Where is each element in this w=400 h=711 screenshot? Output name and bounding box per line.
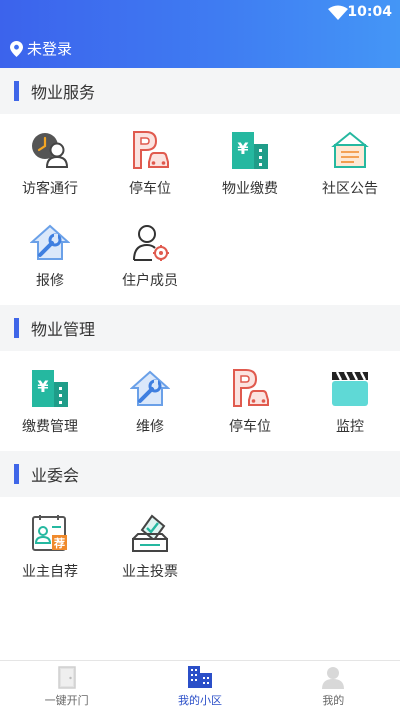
- tile-maintenance[interactable]: 维修: [100, 352, 200, 444]
- notice-board-icon: [331, 131, 369, 168]
- section-accent-bar: [14, 81, 19, 101]
- tile-owner-voting[interactable]: 业主投票: [100, 497, 200, 589]
- tile-community-notice[interactable]: 社区公告: [300, 114, 400, 206]
- tile-monitoring[interactable]: 监控: [300, 352, 400, 444]
- tile-label: 缴费管理: [22, 419, 78, 435]
- section-accent-bar: [14, 318, 19, 338]
- section-header-owners-committee: 业委会: [0, 451, 400, 497]
- tile-label: 停车位: [229, 419, 271, 435]
- property-fee-icon: ¥: [232, 132, 268, 169]
- property-fee-icon: ¥: [32, 370, 68, 407]
- location-label: 未登录: [27, 40, 73, 58]
- tile-property-fee[interactable]: ¥ 物业缴费: [200, 114, 300, 206]
- location-selector[interactable]: 未登录: [10, 38, 72, 59]
- tile-label: 社区公告: [322, 181, 378, 197]
- tile-label: 维修: [136, 419, 164, 435]
- section-title: 物业服务: [31, 83, 96, 102]
- tile-report-repair[interactable]: 报修: [0, 206, 100, 298]
- tab-label: 我的: [322, 694, 345, 707]
- location-pin-icon: [10, 40, 23, 57]
- buildings-icon: [187, 666, 212, 688]
- door-icon: [57, 666, 76, 689]
- recommend-badge-text: 荐: [53, 536, 65, 550]
- tile-parking-management[interactable]: 停车位: [200, 352, 300, 444]
- user-icon: [322, 667, 345, 689]
- tile-label: 业主自荐: [22, 564, 78, 580]
- tile-label: 报修: [36, 273, 64, 289]
- tile-label: 业主投票: [122, 564, 178, 580]
- ballot-box-icon: [132, 514, 168, 552]
- tile-parking[interactable]: 停车位: [100, 114, 200, 206]
- section-title: 业委会: [31, 466, 80, 485]
- repair-house-icon: [30, 224, 70, 260]
- status-time: 10:04: [347, 4, 392, 20]
- visitor-clock-icon: [32, 133, 69, 168]
- section-header-property-service: 物业服务: [0, 68, 400, 114]
- svg-text:¥: ¥: [37, 377, 48, 396]
- tile-label: 访客通行: [22, 181, 78, 197]
- tile-resident-members[interactable]: 住户成员: [100, 206, 200, 298]
- tile-visitor-pass[interactable]: 访客通行: [0, 114, 100, 206]
- section-accent-bar: [14, 464, 19, 484]
- self-recommend-icon: 荐: [32, 515, 67, 551]
- tab-label: 我的小区: [177, 694, 222, 707]
- tab-mine[interactable]: 我的: [267, 661, 400, 711]
- tile-label: 物业缴费: [222, 181, 278, 197]
- tab-my-community[interactable]: 我的小区: [133, 661, 266, 711]
- section-title: 物业管理: [31, 320, 96, 339]
- tile-owner-self-recommend[interactable]: 荐 业主自荐: [0, 497, 100, 589]
- wifi-icon: [328, 5, 348, 20]
- tab-label: 一键开门: [44, 694, 89, 707]
- bottom-tab-bar: 一键开门 我的小区 我的: [0, 660, 400, 711]
- clapperboard-icon: [332, 371, 368, 406]
- app-header: 10:04 未登录: [0, 0, 400, 68]
- resident-member-icon: [133, 225, 169, 261]
- section-header-property-management: 物业管理: [0, 305, 400, 351]
- tile-label: 住户成员: [122, 273, 178, 289]
- tile-label: 监控: [336, 419, 364, 435]
- tile-fee-management[interactable]: ¥ 缴费管理: [0, 352, 100, 444]
- tab-one-key-open-door[interactable]: 一键开门: [0, 661, 133, 711]
- parking-icon: [133, 131, 169, 169]
- parking-icon: [233, 369, 269, 407]
- tile-label: 停车位: [129, 181, 171, 197]
- svg-text:¥: ¥: [237, 139, 248, 158]
- repair-house-icon: [130, 370, 170, 406]
